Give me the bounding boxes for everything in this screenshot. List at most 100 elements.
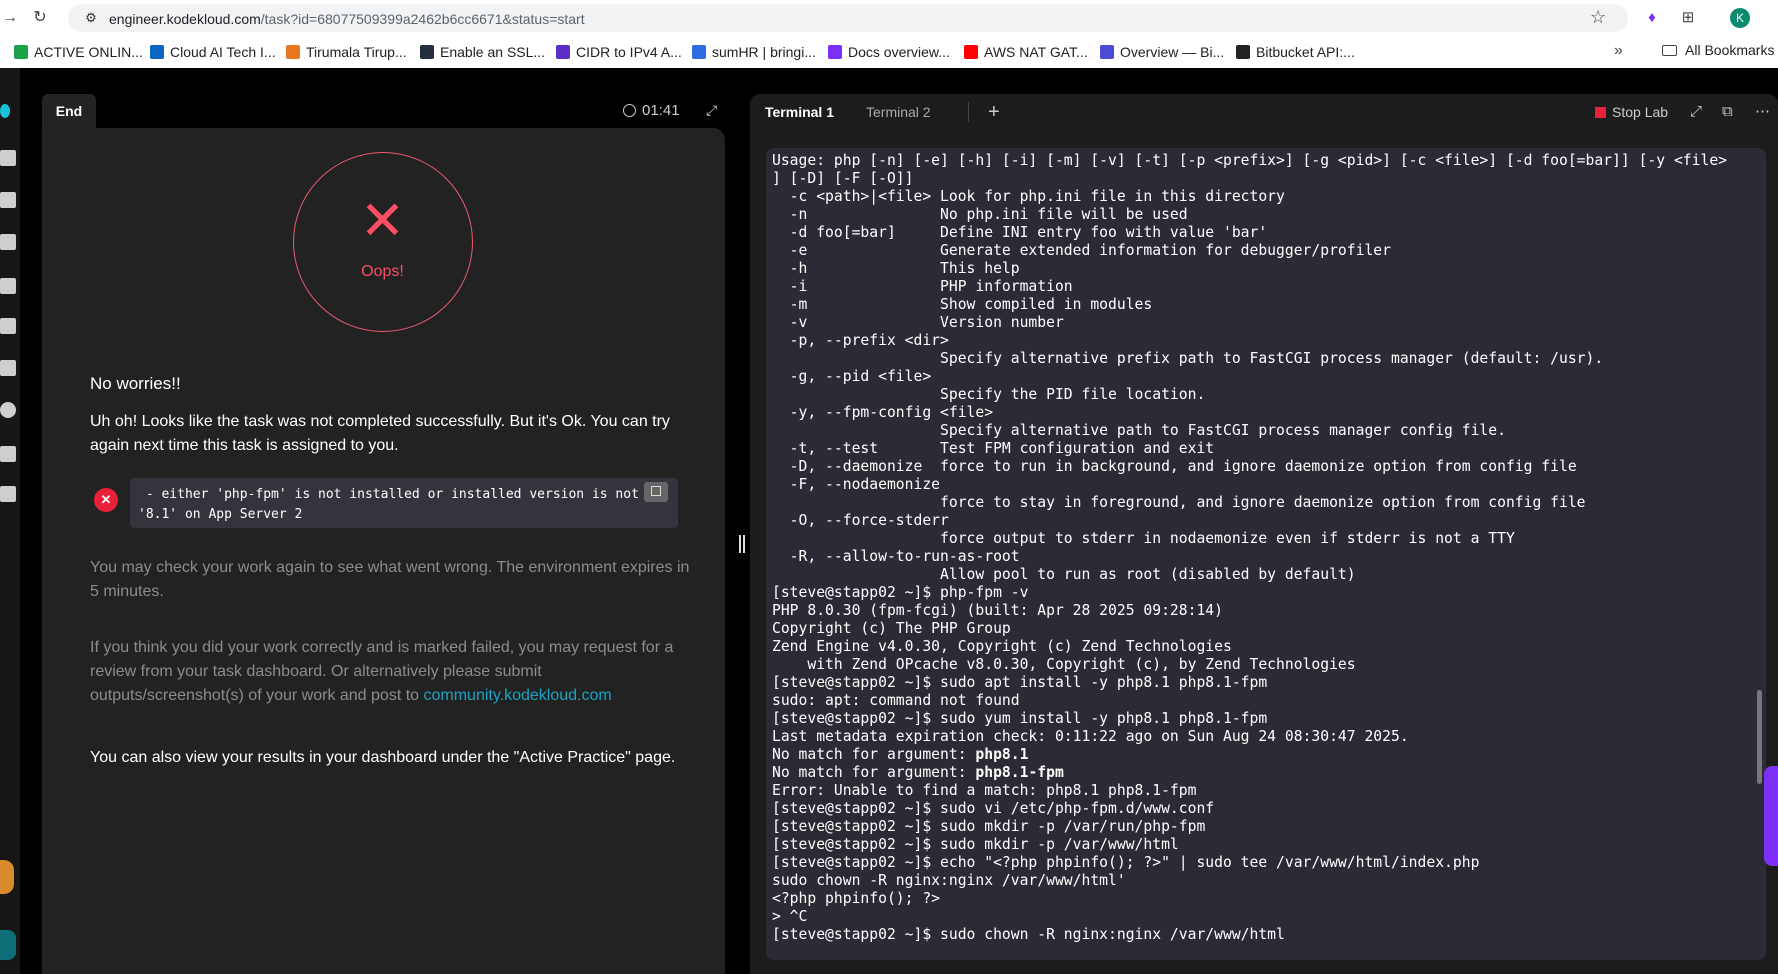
all-bookmarks-button[interactable]: All Bookmarks <box>1662 42 1774 58</box>
bookmark-star-icon[interactable]: ☆ <box>1590 7 1606 28</box>
result-message: Uh oh! Looks like the task was not compl… <box>90 413 670 454</box>
profile-avatar[interactable]: K <box>1730 8 1750 28</box>
terminal-line: No match for argument: php8.1-fpm <box>772 764 1064 781</box>
terminal-line: Error: Unable to find a match: php8.1 ph… <box>772 782 1197 799</box>
bookmark-item[interactable]: sumHR | bringi... <box>692 42 816 62</box>
clock-icon <box>623 104 636 117</box>
site-info-icon[interactable]: ⚙ <box>82 9 100 27</box>
terminal-line: sudo chown -R nginx:nginx /var/www/html' <box>772 872 1126 889</box>
terminal-line: force to stay in foreground, and ignore … <box>772 494 1586 511</box>
bookmark-item[interactable]: Cloud AI Tech I... <box>150 42 276 62</box>
bookmark-item[interactable]: Enable an SSL... <box>420 42 545 62</box>
terminal-line: > ^C <box>772 908 808 925</box>
close-x-icon: ✕ <box>359 189 406 252</box>
terminal-line: PHP 8.0.30 (fpm-fcgi) (built: Apr 28 202… <box>772 602 1223 619</box>
terminal-line: -O, --force-stderr <box>772 512 949 529</box>
result-heading: No worries!! <box>90 374 181 393</box>
terminal-line: -t, --test Test FPM configuration and ex… <box>772 440 1215 457</box>
reload-icon[interactable]: ↻ <box>30 8 50 28</box>
bookmark-item[interactable]: Docs overview... <box>828 42 950 62</box>
home-icon[interactable] <box>0 150 16 166</box>
bookmark-label: Bitbucket API:... <box>1256 44 1355 60</box>
terminal-scrollbar[interactable] <box>1754 150 1764 956</box>
copy-icon <box>651 486 661 496</box>
url-text[interactable]: engineer.kodekloud.com/task?id=680775093… <box>109 11 585 27</box>
terminal-line: -p, --prefix <dir> <box>772 332 949 349</box>
account-avatar-icon[interactable] <box>0 930 16 960</box>
bookmark-item[interactable]: Tirumala Tirup... <box>286 42 407 62</box>
more-options-icon[interactable]: ⋯ <box>1755 94 1770 130</box>
community-link[interactable]: community.kodekloud.com <box>424 687 612 704</box>
terminal-line: No match for argument: php8.1 <box>772 746 1029 763</box>
terminal-line: [steve@stapp02 ~]$ sudo vi /etc/php-fpm.… <box>772 800 1215 817</box>
chat-icon[interactable] <box>0 486 16 502</box>
terminal-tab-bar: Terminal 1 Terminal 2 + Stop Lab ⤢ ⧉ ⋯ <box>750 94 1778 130</box>
open-external-icon[interactable]: ⧉ <box>1722 94 1733 130</box>
bookmark-favicon-icon <box>556 45 570 59</box>
terminal-line: Last metadata expiration check: 0:11:22 … <box>772 728 1409 745</box>
user-avatar-icon[interactable] <box>0 860 14 894</box>
bookmark-favicon-icon <box>150 45 164 59</box>
terminal-line: force output to stderr in nodaemonize ev… <box>772 530 1515 547</box>
bookmark-item[interactable]: CIDR to IPv4 A... <box>556 42 682 62</box>
terminal-line: Specify alternative path to FastCGI proc… <box>772 422 1506 439</box>
film-icon[interactable] <box>0 278 16 294</box>
pane-resize-handle[interactable] <box>739 535 745 553</box>
bookmark-item[interactable]: ACTIVE ONLIN... <box>14 42 143 62</box>
tab-terminal-2[interactable]: Terminal 2 <box>866 94 931 130</box>
bookmark-label: AWS NAT GAT... <box>984 44 1088 60</box>
bookmark-favicon-icon <box>828 45 842 59</box>
bookmark-item[interactable]: Bitbucket API:... <box>1236 42 1355 62</box>
terminal-line: sudo: apt: command not found <box>772 692 1020 709</box>
extension-flame-icon[interactable]: ♦ <box>1642 8 1662 28</box>
tab-end[interactable]: End <box>42 94 96 128</box>
review-text: If you think you did your work correctly… <box>90 636 690 708</box>
terminal-line: -g, --pid <file> <box>772 368 932 385</box>
scrollbar-thumb[interactable] <box>1757 690 1762 784</box>
terminal-line: -e Generate extended information for deb… <box>772 242 1391 259</box>
info-icon[interactable] <box>0 402 16 418</box>
feedback-side-tab[interactable] <box>1764 766 1778 866</box>
rocket-icon[interactable] <box>0 234 16 250</box>
route-icon[interactable] <box>0 192 16 208</box>
bookmark-label: Docs overview... <box>848 44 950 60</box>
terminal-line: Zend Engine v4.0.30, Copyright (c) Zend … <box>772 638 1232 655</box>
book-icon[interactable] <box>0 446 16 462</box>
bookmark-label: Enable an SSL... <box>440 44 546 60</box>
terminal-line: -n No php.ini file will be used <box>772 206 1188 223</box>
url-domain: engineer.kodekloud.com <box>109 11 261 27</box>
add-terminal-icon[interactable]: + <box>988 94 1000 130</box>
error-box: - either 'php-fpm' is not installed or i… <box>130 478 678 528</box>
puzzle-icon[interactable] <box>0 318 16 334</box>
back-icon[interactable]: → <box>0 8 20 28</box>
terminal-bold-text: php8.1-fpm <box>975 764 1064 781</box>
edit-icon[interactable] <box>0 360 16 376</box>
bookmark-item[interactable]: Overview — Bi... <box>1100 42 1224 62</box>
bookmark-label: Overview — Bi... <box>1120 44 1225 60</box>
status-dot-icon <box>0 104 10 118</box>
tab-terminal-1[interactable]: Terminal 1 <box>765 94 834 130</box>
terminal-line: Copyright (c) The PHP Group <box>772 620 1011 637</box>
stop-lab-button[interactable]: Stop Lab <box>1595 94 1668 130</box>
terminal-line: -i PHP information <box>772 278 1073 295</box>
terminal-output[interactable]: Usage: php [-n] [-e] [-h] [-i] [-m] [-v]… <box>772 152 1752 944</box>
terminal-line: [steve@stapp02 ~]$ php-fpm -v <box>772 584 1029 601</box>
terminal-line: [steve@stapp02 ~]$ sudo mkdir -p /var/ru… <box>772 818 1206 835</box>
expand-icon[interactable]: ⤢ <box>1690 94 1702 130</box>
extensions-puzzle-icon[interactable]: ⊞ <box>1678 8 1698 28</box>
bookmark-item[interactable]: AWS NAT GAT... <box>964 42 1088 62</box>
terminal-screen[interactable]: Usage: php [-n] [-e] [-h] [-i] [-m] [-v]… <box>766 148 1766 960</box>
url-row: → ↻ ⚙ engineer.kodekloud.com/task?id=680… <box>0 0 1778 36</box>
bookmarks-overflow-icon[interactable]: » <box>1614 42 1623 60</box>
terminal-line: Specify alternative prefix path to FastC… <box>772 350 1604 367</box>
terminal-line: -v Version number <box>772 314 1064 331</box>
terminal-container: Usage: php [-n] [-e] [-h] [-i] [-m] [-v]… <box>750 130 1778 974</box>
terminal-line: -m Show compiled in modules <box>772 296 1153 313</box>
terminal-line: [steve@stapp02 ~]$ sudo yum install -y p… <box>772 710 1268 727</box>
copy-button[interactable] <box>644 482 668 502</box>
expand-icon[interactable]: ⤢ <box>706 102 717 119</box>
stop-icon <box>1595 106 1606 118</box>
error-text: - either 'php-fpm' is not installed or i… <box>138 487 639 522</box>
terminal-line: [steve@stapp02 ~]$ echo "<?php phpinfo()… <box>772 854 1480 871</box>
left-icon-rail <box>0 68 20 974</box>
